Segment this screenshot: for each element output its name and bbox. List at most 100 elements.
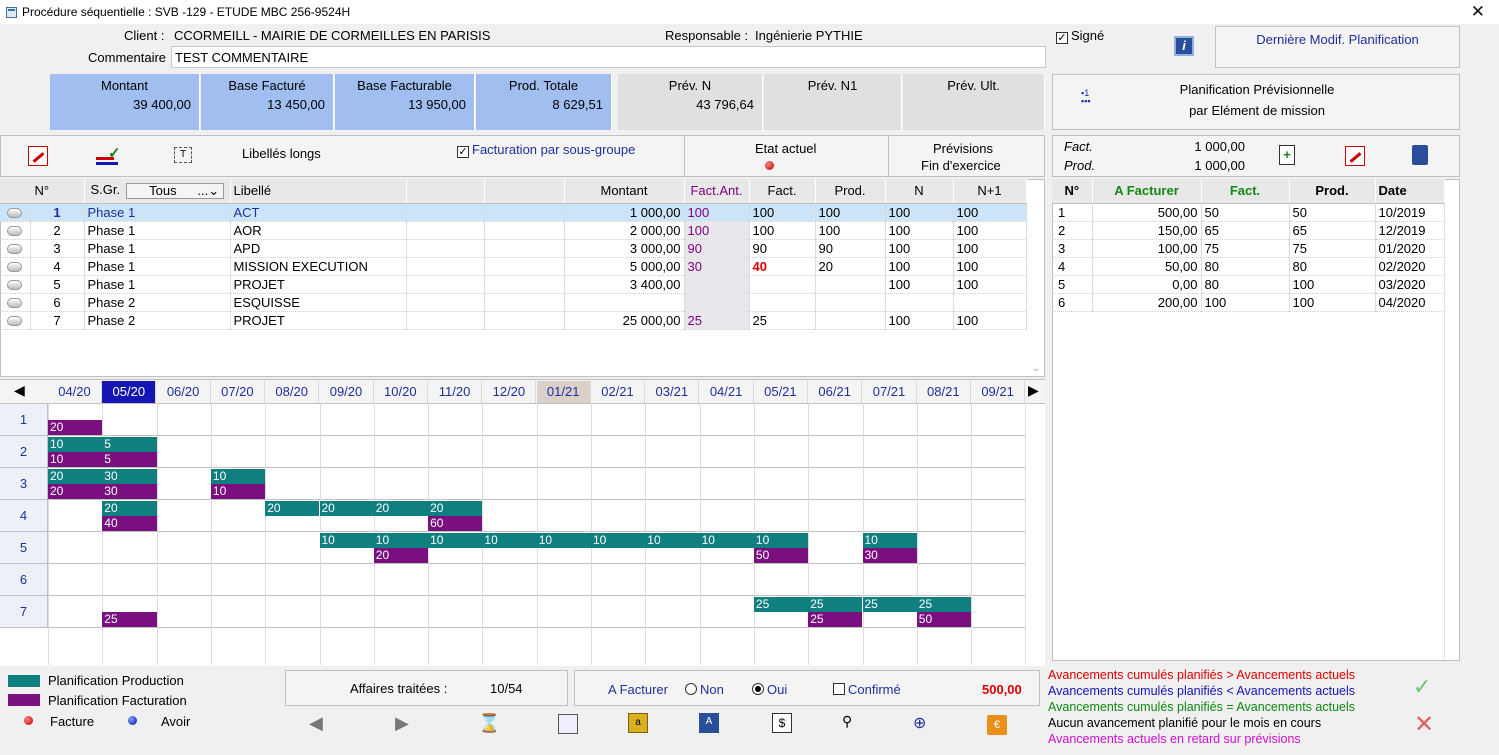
cell-fact[interactable]: 40 (749, 257, 816, 276)
edit-icon[interactable] (28, 146, 48, 166)
col-header-n[interactable]: N° (0, 179, 85, 204)
table-row[interactable]: 7 Phase 2 PROJET 25 000,00 25 25 100 100 (0, 311, 1027, 330)
col-header-date[interactable]: Date (1375, 179, 1445, 204)
next-month-arrow-icon[interactable]: ▶ (1028, 382, 1039, 399)
production-bar[interactable]: 5 (102, 437, 157, 452)
col-header-num[interactable]: N° (1052, 179, 1093, 204)
signe-checkbox[interactable]: ✓ Signé (1056, 28, 1104, 44)
cell-prod[interactable] (815, 311, 886, 330)
comment-input[interactable]: TEST COMMENTAIRE (171, 46, 1046, 68)
search-document-icon[interactable] (558, 714, 578, 734)
facturation-bar[interactable]: 20 (373, 548, 429, 563)
facturation-bar[interactable]: 60 (428, 516, 483, 531)
non-radio[interactable]: Non (685, 682, 724, 697)
prev-record-icon[interactable]: ◀ (309, 713, 323, 734)
cell-prod[interactable]: 100 (815, 203, 886, 222)
production-bar[interactable]: 25 (753, 597, 809, 612)
table-row[interactable]: 3 Phase 1 APD 3 000,00 90 90 90 100 100 (0, 239, 1027, 258)
month-11-20[interactable]: 11/20 (428, 381, 483, 403)
prev-month-arrow-icon[interactable]: ◀ (14, 382, 25, 399)
facturation-bar[interactable]: 5 (102, 452, 157, 467)
right-table-row[interactable]: 4 50,00 80 80 02/2020 (1052, 257, 1445, 276)
trash-icon[interactable] (1412, 145, 1428, 165)
table-row[interactable]: 2 Phase 1 AOR 2 000,00 100 100 100 100 100 (0, 221, 1027, 240)
table-scrollbar[interactable]: ⌄ (1029, 204, 1043, 376)
facturation-bar[interactable]: 10 (210, 484, 266, 499)
cell-n-year[interactable] (885, 293, 954, 312)
col-header-montant[interactable]: Montant (564, 179, 685, 204)
table-row[interactable]: 5 Phase 1 PROJET 3 400,00 100 100 (0, 275, 1027, 294)
alpha-sort-icon[interactable]: a (628, 713, 648, 733)
right-table-row[interactable]: 5 0,00 80 100 03/2020 (1052, 275, 1445, 294)
month-01-21[interactable]: 01/21 (536, 381, 591, 403)
right-scrollbar[interactable] (1444, 204, 1459, 659)
month-06-21[interactable]: 06/21 (808, 381, 863, 403)
table-row[interactable]: 6 Phase 2 ESQUISSE (0, 293, 1027, 312)
cell-n-year[interactable]: 100 (885, 239, 954, 258)
table-row[interactable]: 4 Phase 1 MISSION EXECUTION 5 000,00 30 40 20 1… (0, 257, 1027, 276)
cell-fact[interactable] (749, 275, 816, 294)
month-02-21[interactable]: 02/21 (591, 381, 645, 403)
production-bar[interactable]: 25 (808, 597, 863, 612)
month-07-20[interactable]: 07/20 (210, 381, 265, 403)
col-header-prod[interactable]: Prod. (815, 179, 886, 204)
cell-n1[interactable]: 100 (953, 203, 1027, 222)
dollar-document-icon[interactable]: $ (772, 713, 792, 733)
col-header-sgr[interactable]: S.Gr. Tous ...⌄ (84, 179, 231, 204)
col-header-prod[interactable]: Prod. (1289, 179, 1376, 204)
production-bar[interactable]: 20 (428, 501, 483, 516)
facturation-bar[interactable]: 50 (916, 612, 972, 627)
production-bar[interactable]: 20 (48, 469, 103, 484)
table-row[interactable]: 1 Phase 1 ACT 1 000,00 100 100 100 100 100 (0, 203, 1027, 222)
right-table-row[interactable]: 3 100,00 75 75 01/2020 (1052, 239, 1445, 258)
month-07-21[interactable]: 07/21 (862, 381, 917, 403)
month-04-20[interactable]: 04/20 (48, 381, 102, 403)
facturation-bar[interactable]: 25 (102, 612, 157, 627)
production-bar[interactable]: 10 (48, 437, 103, 452)
cell-n-year[interactable]: 100 (885, 275, 954, 294)
right-table-row[interactable]: 2 150,00 65 65 12/2019 (1052, 221, 1445, 240)
oui-radio[interactable]: Oui (752, 682, 787, 697)
cell-fact[interactable]: 90 (749, 239, 816, 258)
col-header-fact[interactable]: Fact. (1201, 179, 1290, 204)
az-sort-icon[interactable]: A (699, 713, 719, 733)
last-modif-button[interactable]: Dernière Modif. Planification (1215, 26, 1460, 68)
cell-prod[interactable] (815, 293, 886, 312)
facturation-bar[interactable]: 30 (862, 548, 917, 563)
hourglass-icon[interactable]: ⌛ (478, 713, 500, 734)
confirme-checkbox[interactable]: Confirmé (833, 682, 901, 697)
month-03-21[interactable]: 03/21 (645, 381, 700, 403)
production-bar[interactable]: 10 (428, 533, 483, 548)
cell-n1[interactable] (953, 293, 1027, 312)
facturation-bar[interactable]: 20 (48, 484, 103, 499)
facturation-bar[interactable]: 10 (48, 452, 103, 467)
facturation-bar[interactable]: 20 (48, 420, 103, 435)
cell-prod[interactable]: 100 (815, 221, 886, 240)
cell-n1[interactable]: 100 (953, 257, 1027, 276)
cell-n-year[interactable]: 100 (885, 311, 954, 330)
cell-fact[interactable] (749, 293, 816, 312)
cell-prod[interactable]: 20 (815, 257, 886, 276)
cell-prod[interactable]: 90 (815, 239, 886, 258)
cancel-x-icon[interactable]: ✕ (1414, 710, 1434, 739)
production-bar[interactable]: 10 (373, 533, 429, 548)
production-bar[interactable]: 10 (699, 533, 754, 548)
month-04-21[interactable]: 04/21 (699, 381, 754, 403)
cell-prod[interactable] (815, 275, 886, 294)
production-bar[interactable]: 30 (102, 469, 157, 484)
month-06-20[interactable]: 06/20 (156, 381, 211, 403)
cell-n-year[interactable]: 100 (885, 203, 954, 222)
col-header-n1[interactable]: N+1 (953, 179, 1027, 204)
info-icon[interactable]: i (1174, 36, 1194, 56)
facturation-bar[interactable]: 25 (808, 612, 863, 627)
facturation-bar[interactable]: 30 (102, 484, 157, 499)
edit-icon[interactable] (1345, 146, 1365, 166)
scroll-down-icon[interactable]: ⌄ (1029, 363, 1043, 374)
libelles-longs-button[interactable]: Libellés longs (242, 146, 321, 161)
validate-list-icon[interactable]: ✓ (96, 144, 124, 165)
facturation-checkbox[interactable]: ✓ Facturation par sous-groupe (457, 142, 635, 158)
right-table-row[interactable]: 6 200,00 100 100 04/2020 (1052, 293, 1445, 312)
month-12-20[interactable]: 12/20 (482, 381, 537, 403)
month-08-21[interactable]: 08/21 (916, 381, 971, 403)
add-document-icon[interactable]: + (1279, 145, 1295, 165)
